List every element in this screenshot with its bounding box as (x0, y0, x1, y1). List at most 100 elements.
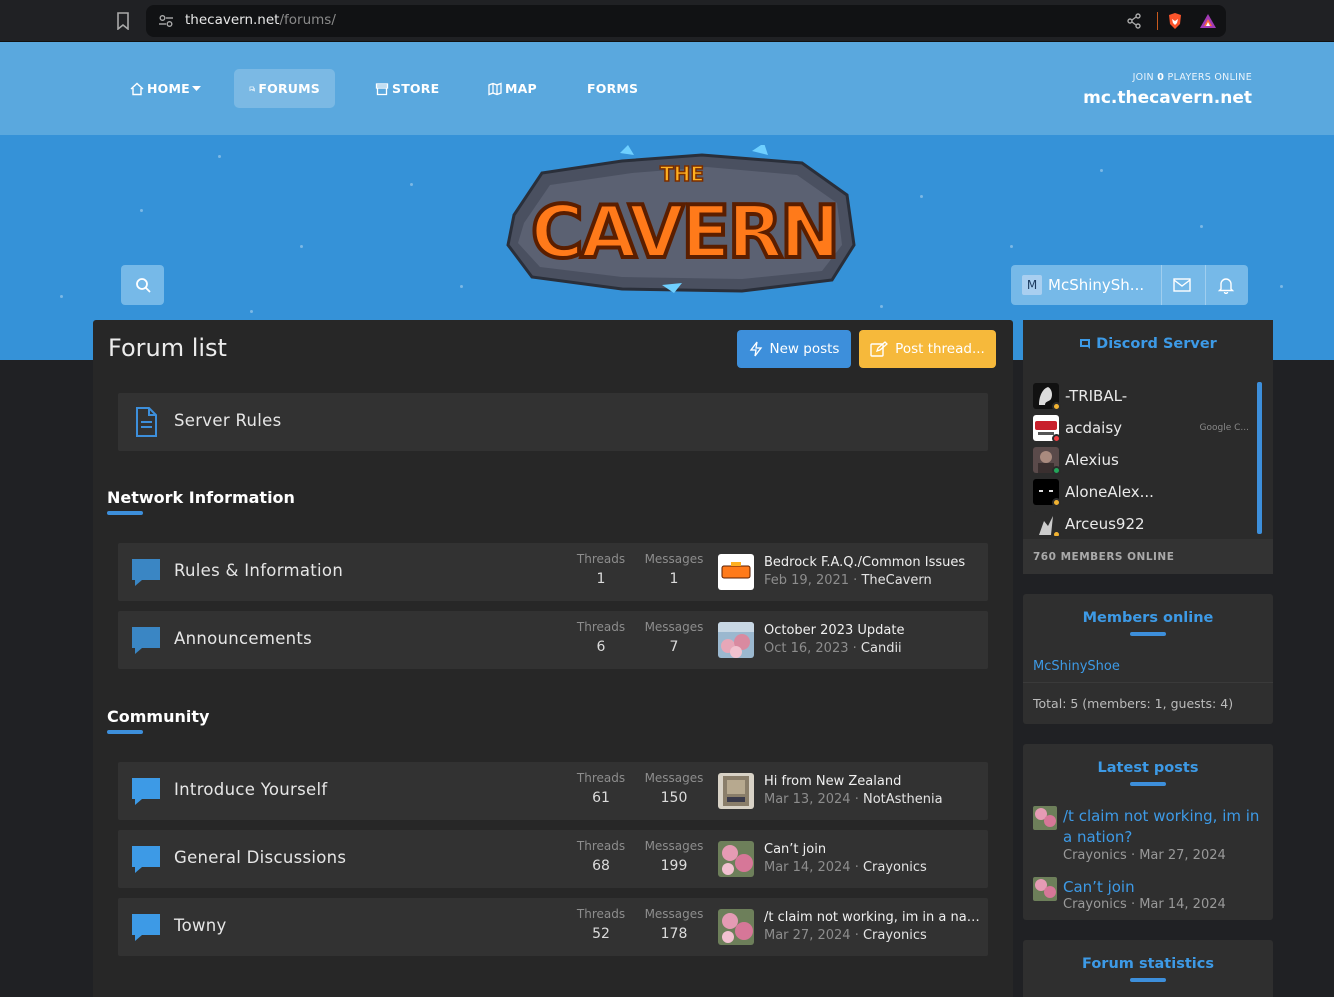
forum-row-announcements[interactable]: Announcements Threads 6 Messages 7 October… (118, 611, 988, 669)
title-underline (1130, 782, 1166, 786)
bolt-icon (749, 341, 762, 357)
chat-bubble-icon (132, 559, 160, 586)
forum-row-server-rules[interactable]: Server Rules (118, 393, 988, 451)
home-icon (130, 82, 144, 95)
address-bar[interactable]: thecavern.net/forums/ (146, 5, 1226, 37)
latest-post-title[interactable]: /t claim not working, im in a nation? (1063, 806, 1268, 848)
last-post-title[interactable]: Can’t join (764, 842, 982, 857)
nav-forums[interactable]: FORUMS (234, 69, 335, 108)
search-button[interactable] (121, 265, 164, 305)
forum-row-towny[interactable]: Towny Threads 52 Messages 178 /t claim not… (118, 898, 988, 956)
latest-post-meta: Crayonics · Mar 14, 2024 (1063, 897, 1226, 912)
brave-rewards-icon[interactable] (1199, 12, 1217, 30)
envelope-icon[interactable] (1173, 277, 1191, 293)
store-icon (375, 82, 389, 95)
latest-post-item[interactable]: Can’t join Crayonics · Mar 14, 2024 (1033, 877, 1265, 917)
nav-home-label: HOME (147, 81, 190, 96)
last-post-meta: Feb 19, 2021 · TheCavern (764, 573, 932, 588)
latest-posts-widget: Latest posts /t claim not working, im in… (1023, 744, 1273, 920)
discord-title[interactable]: Discord Server (1023, 336, 1273, 352)
page-title: Forum list (108, 334, 227, 362)
bell-icon[interactable] (1217, 276, 1235, 294)
widget-title[interactable]: Members online (1023, 610, 1273, 626)
discord-member[interactable]: Arceus922 (1033, 511, 1253, 536)
chat-bubble-icon (132, 846, 160, 873)
discord-widget: Discord Server -TRIBAL- acdaisy Google C… (1023, 320, 1273, 574)
forum-title[interactable]: Server Rules (174, 411, 281, 430)
message-count: Messages 1 (644, 552, 704, 587)
latest-post-title[interactable]: Can’t join (1063, 877, 1268, 898)
account-menu[interactable]: M McShinySh... (1011, 265, 1161, 305)
forum-row-rules[interactable]: Rules & Information Threads 1 Messages 1 B… (118, 543, 988, 601)
svg-text:THE: THE (660, 162, 704, 186)
online-total: Total: 5 (members: 1, guests: 4) (1033, 696, 1234, 711)
scrollbar[interactable] (1257, 382, 1262, 534)
last-post-title[interactable]: Bedrock F.A.Q./Common Issues (764, 555, 982, 570)
last-post-title[interactable]: Hi from New Zealand (764, 774, 982, 789)
players-online-text: JOIN 0 PLAYERS ONLINE (1132, 72, 1252, 83)
map-icon (488, 82, 502, 95)
chevron-down-icon[interactable] (192, 86, 201, 92)
server-ip[interactable]: mc.thecavern.net (1083, 88, 1252, 108)
message-count: Messages 150 (644, 771, 704, 806)
forum-row-introduce[interactable]: Introduce Yourself Threads 61 Messages 150… (118, 762, 988, 820)
forum-title[interactable]: General Discussions (174, 848, 346, 867)
brave-shields-icon[interactable] (1166, 12, 1184, 30)
widget-title[interactable]: Forum statistics (1023, 956, 1273, 972)
nav-forms[interactable]: FORMS (572, 69, 653, 108)
section-title[interactable]: Network Information (107, 488, 295, 507)
avatar[interactable] (718, 841, 754, 877)
avatar[interactable] (1033, 806, 1057, 830)
post-thread-button[interactable]: Post thread... (859, 330, 996, 368)
last-post-meta: Mar 27, 2024 · Crayonics (764, 928, 927, 943)
site-settings-icon[interactable] (158, 13, 174, 29)
last-post-meta: Mar 14, 2024 · Crayonics (764, 860, 927, 875)
forum-title[interactable]: Introduce Yourself (174, 780, 327, 799)
chat-bubble-icon (132, 627, 160, 654)
last-post-title[interactable]: October 2023 Update (764, 623, 982, 638)
discord-member[interactable]: AloneAlex... (1033, 479, 1253, 507)
forum-title[interactable]: Announcements (174, 629, 312, 648)
url-text: thecavern.net/forums/ (185, 12, 336, 28)
username: McShinySh... (1048, 276, 1145, 294)
avatar[interactable] (718, 773, 754, 809)
forum-row-general[interactable]: General Discussions Threads 68 Messages 19… (118, 830, 988, 888)
widget-title[interactable]: Latest posts (1023, 760, 1273, 776)
nav-store[interactable]: STORE (360, 69, 454, 108)
nav-map-label: MAP (505, 81, 537, 96)
svg-text:CAVERN: CAVERN (531, 190, 837, 274)
user-bar: M McShinySh... (1011, 265, 1248, 305)
site-logo[interactable]: THE CAVERN (502, 145, 862, 293)
post-thread-label: Post thread... (895, 341, 985, 357)
title-underline (1130, 632, 1166, 636)
avatar[interactable] (718, 554, 754, 590)
last-post-meta: Oct 16, 2023 · Candii (764, 641, 902, 656)
new-posts-button[interactable]: New posts (737, 330, 851, 368)
title-underline (1130, 978, 1166, 982)
nav-map[interactable]: MAP (473, 69, 552, 108)
discord-member[interactable]: acdaisy Google C... (1033, 415, 1253, 443)
forum-title[interactable]: Towny (174, 916, 227, 935)
last-post-meta: Mar 13, 2024 · NotAsthenia (764, 792, 943, 807)
online-member-link[interactable]: McShinyShoe (1033, 659, 1120, 674)
avatar[interactable] (718, 909, 754, 945)
status-dot (1052, 498, 1061, 507)
discord-member[interactable]: Alexius (1033, 447, 1253, 475)
discord-footer: 760 MEMBERS ONLINE (1023, 538, 1273, 574)
share-icon[interactable] (1126, 13, 1142, 29)
avatar[interactable] (718, 622, 754, 658)
discord-member-list[interactable]: -TRIBAL- acdaisy Google C... Alexius Alo… (1023, 380, 1273, 536)
members-online-widget: Members online McShinyShoe Total: 5 (mem… (1023, 594, 1273, 724)
message-count: Messages 7 (644, 620, 704, 655)
discord-member[interactable]: -TRIBAL- (1033, 383, 1253, 411)
chat-bubble-icon (132, 778, 160, 805)
status-dot (1052, 466, 1061, 475)
forum-list-panel: Forum list New posts Post thread... Serv… (93, 320, 1013, 997)
avatar[interactable] (1033, 877, 1057, 901)
section-title[interactable]: Community (107, 707, 209, 726)
last-post-title[interactable]: /t claim not working, im in a nation? (764, 910, 982, 925)
search-icon (135, 278, 151, 293)
forum-title[interactable]: Rules & Information (174, 561, 343, 580)
latest-post-item[interactable]: /t claim not working, im in a nation? Cr… (1033, 806, 1265, 864)
bookmark-icon[interactable] (115, 12, 131, 30)
